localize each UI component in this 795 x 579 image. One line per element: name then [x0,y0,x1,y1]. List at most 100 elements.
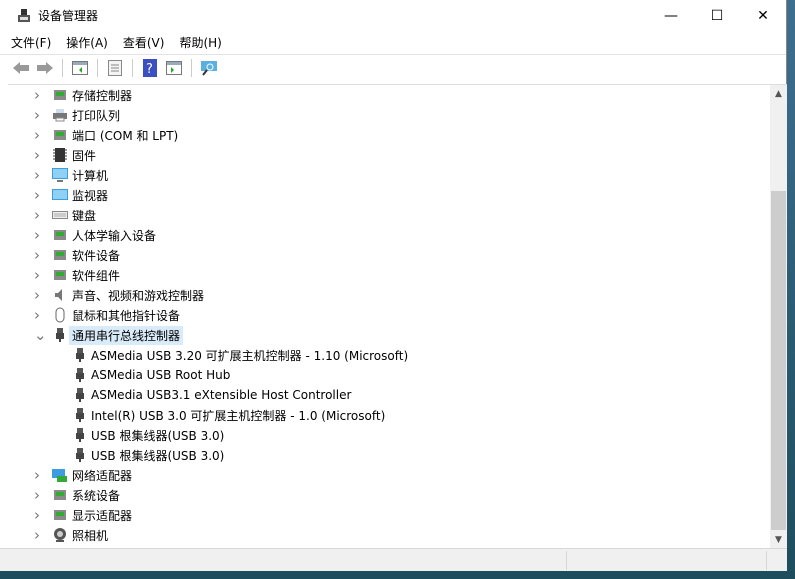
device-tree: › 存储控制器 › 打印队列 › 端口 (COM 和 LPT) › 固件 › 计算机 › 监视器 › 键盘… [8,85,769,545]
chevron-right-icon[interactable]: › [34,146,44,164]
scroll-down-button[interactable]: ▼ [770,531,787,548]
tree-item-usb[interactable]: ⌄ 通用串行总线控制器 [8,325,769,345]
system-device-icon [52,487,68,503]
toolbar: ? [0,54,786,80]
chevron-right-icon[interactable]: › [34,246,44,264]
tree-child-label: ASMedia USB Root Hub [91,368,231,382]
toolbar-separator [132,58,133,77]
usb-icon [72,447,88,463]
tree-item-monitor[interactable]: › 监视器 [8,185,769,205]
menu-bar: 文件(F) 操作(A) 查看(V) 帮助(H) [0,31,786,54]
chevron-right-icon[interactable]: › [34,86,44,104]
chevron-right-icon[interactable]: › [34,306,44,324]
toolbar-separator [97,58,98,77]
tree-item-network-adapter[interactable]: › 网络适配器 [8,465,769,485]
tree-item-display-adapter[interactable]: › 显示适配器 [8,505,769,525]
forward-icon[interactable] [35,58,55,78]
tree-item-port[interactable]: › 端口 (COM 和 LPT) [8,125,769,145]
tree-item-label: 软件组件 [72,268,121,283]
usb-icon [72,367,88,383]
menu-view[interactable]: 查看(V) [123,34,165,51]
tree-item-label: 网络适配器 [72,468,133,483]
minimize-button[interactable]: — [648,0,694,31]
computer-icon [52,167,68,183]
chevron-right-icon[interactable]: › [34,226,44,244]
tree-item-keyboard[interactable]: › 键盘 [8,205,769,225]
tree-item-camera[interactable]: › 照相机 [8,525,769,545]
help-icon[interactable]: ? [140,58,160,78]
tree-child-item[interactable]: ASMedia USB 3.20 可扩展主机控制器 - 1.10 (Micros… [8,345,769,365]
display-adapter-icon [52,507,68,523]
usb-icon [72,347,88,363]
toolbar-separator [62,58,63,77]
chevron-right-icon[interactable]: › [34,106,44,124]
tree-item-label: 照相机 [72,528,109,543]
tree-child-item[interactable]: ASMedia USB Root Hub [8,365,769,385]
chevron-right-icon[interactable]: › [34,126,44,144]
tree-child-item[interactable]: USB 根集线器(USB 3.0) [8,445,769,465]
speaker-icon [52,287,68,303]
chevron-right-icon[interactable]: › [34,486,44,504]
window-title: 设备管理器 [38,9,99,23]
status-bar [0,548,787,571]
tree-item-system-device[interactable]: › 系统设备 [8,485,769,505]
menu-action[interactable]: 操作(A) [66,34,108,51]
tree-child-item[interactable]: USB 根集线器(USB 3.0) [8,425,769,445]
tree-item-label: 人体学输入设备 [72,228,157,243]
chevron-right-icon[interactable]: › [34,266,44,284]
tree-item-label: 端口 (COM 和 LPT) [72,128,179,143]
close-button[interactable]: ✕ [740,0,786,31]
storage-controller-icon [52,87,68,103]
maximize-button[interactable]: ☐ [694,0,740,31]
tree-item-label: 键盘 [72,208,97,223]
menu-file[interactable]: 文件(F) [11,34,51,51]
usb-icon [72,407,88,423]
tree-item-storage-controller[interactable]: › 存储控制器 [8,85,769,105]
tree-item-label: 计算机 [72,168,109,183]
show-hide-console-tree-icon[interactable] [70,58,90,78]
tree-item-software-device[interactable]: › 软件设备 [8,245,769,265]
usb-icon [72,427,88,443]
title-bar[interactable]: 设备管理器 — ☐ ✕ [0,0,786,31]
tree-item-software-component[interactable]: › 软件组件 [8,265,769,285]
chevron-right-icon[interactable]: › [34,466,44,484]
tree-item-label: 系统设备 [72,488,121,503]
status-divider [566,551,567,570]
chevron-right-icon[interactable]: › [34,206,44,224]
chevron-down-icon[interactable]: ⌄ [34,326,47,344]
tree-item-label: 通用串行总线控制器 [69,325,184,345]
hid-icon [52,227,68,243]
tree-item-mouse[interactable]: › 鼠标和其他指针设备 [8,305,769,325]
camera-icon [52,527,68,543]
tree-child-item[interactable]: Intel(R) USB 3.0 可扩展主机控制器 - 1.0 (Microso… [8,405,769,425]
tree-child-label: ASMedia USB3.1 eXtensible Host Controlle… [91,388,352,402]
back-icon[interactable] [11,58,31,78]
keyboard-icon [52,207,68,223]
menu-help[interactable]: 帮助(H) [179,34,221,51]
device-manager-window: 设备管理器 — ☐ ✕ 文件(F) 操作(A) 查看(V) 帮助(H) ? › 存… [0,0,787,571]
tree-item-label: 监视器 [72,188,109,203]
svg-text:?: ? [146,62,153,77]
chevron-right-icon[interactable]: › [34,526,44,544]
tree-item-firmware[interactable]: › 固件 [8,145,769,165]
tree-item-hid[interactable]: › 人体学输入设备 [8,225,769,245]
monitor-icon [52,187,68,203]
tree-child-item[interactable]: ASMedia USB3.1 eXtensible Host Controlle… [8,385,769,405]
scroll-up-button[interactable]: ▲ [770,85,787,102]
vertical-scrollbar[interactable]: ▲ ▼ [770,85,787,548]
chevron-right-icon[interactable]: › [34,286,44,304]
device-manager-app-icon [17,8,31,23]
tree-item-computer[interactable]: › 计算机 [8,165,769,185]
tree-item-printer[interactable]: › 打印队列 [8,105,769,125]
chevron-right-icon[interactable]: › [34,506,44,524]
action-pane-icon[interactable] [164,58,184,78]
scan-hardware-icon[interactable] [199,58,219,78]
tree-item-speaker[interactable]: › 声音、视频和游戏控制器 [8,285,769,305]
scroll-thumb[interactable] [771,191,786,530]
chevron-right-icon[interactable]: › [34,166,44,184]
tree-child-label: ASMedia USB 3.20 可扩展主机控制器 - 1.10 (Micros… [91,348,409,363]
tree-item-label: 打印队列 [72,108,121,123]
mouse-icon [52,307,68,323]
properties-icon[interactable] [105,58,125,78]
chevron-right-icon[interactable]: › [34,186,44,204]
